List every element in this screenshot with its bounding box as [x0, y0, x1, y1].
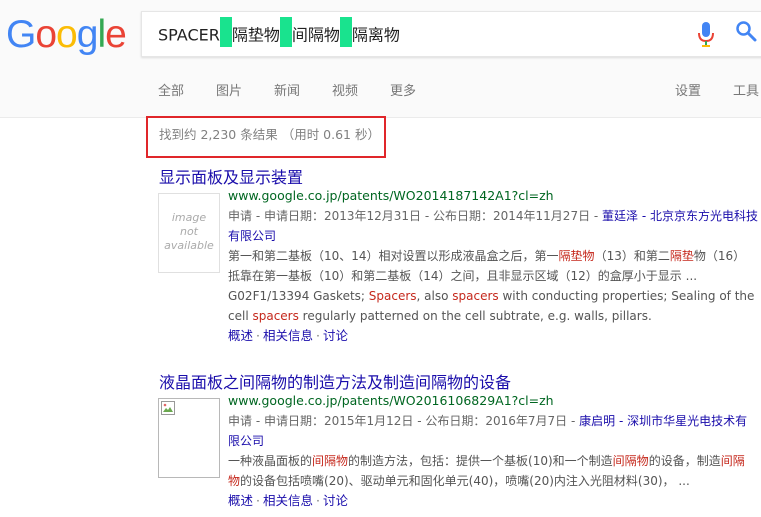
- tab-all[interactable]: 全部: [158, 83, 184, 101]
- tab-videos[interactable]: 视频: [332, 83, 358, 101]
- result-title-link[interactable]: 显示面板及显示装置: [159, 167, 303, 189]
- query-part: 间隔物: [291, 25, 340, 45]
- link-overview[interactable]: 概述: [228, 493, 253, 508]
- snippet-keyword: Spacers: [368, 289, 417, 303]
- link-overview[interactable]: 概述: [228, 328, 253, 343]
- link-discussion[interactable]: 讨论: [323, 493, 348, 508]
- broken-image-icon: [161, 401, 175, 415]
- search-input[interactable]: SPACER 隔垫物 间隔物 隔离物: [158, 16, 400, 47]
- query-part: 隔垫物: [231, 25, 280, 45]
- tab-settings[interactable]: 设置: [675, 83, 701, 101]
- snippet-text: regularly patterned on the cell subtrate…: [298, 309, 652, 323]
- snippet-text: 的设备包括喷嘴(20)、驱动单元和固化单元(40)，喷嘴(20)内注入光阻材料(…: [240, 474, 690, 488]
- snippet-text: , also: [416, 289, 453, 303]
- result-thumbnail[interactable]: image not available: [158, 193, 220, 273]
- logo-letter: e: [105, 13, 127, 56]
- result-meta: 申请 - 申请日期：2013年12月31日 - 公布日期：2014年11月27日…: [228, 209, 759, 243]
- result-url: www.google.co.jp/patents/WO2016106829A1?…: [228, 393, 554, 408]
- tab-images[interactable]: 图片: [216, 83, 242, 101]
- text-highlight: [339, 16, 352, 47]
- query-part: SPACER: [158, 25, 220, 45]
- tab-news[interactable]: 新闻: [274, 83, 300, 101]
- text-highlight: [219, 16, 232, 47]
- microphone-icon[interactable]: [696, 21, 716, 49]
- result-title-link[interactable]: 液晶面板之间隔物的制造方法及制造间隔物的设备: [159, 372, 511, 394]
- tab-bar: 全部 图片 新闻 视频 更多 设置 工具: [0, 78, 761, 106]
- snippet-text: 一种液晶面板的: [228, 454, 313, 468]
- logo-letter: G: [6, 13, 36, 56]
- logo-letter: o: [35, 13, 57, 56]
- result-url: www.google.co.jp/patents/WO2014187142A1?…: [228, 188, 554, 203]
- image-not-available-text: image not available: [164, 211, 214, 252]
- logo-letter: g: [76, 13, 99, 56]
- query-part: 隔离物: [351, 25, 400, 45]
- snippet-text: （13）和第二: [594, 249, 670, 263]
- result-thumbnail[interactable]: [158, 398, 220, 478]
- logo-letter: l: [97, 13, 106, 56]
- snippet-keyword: spacers: [452, 289, 499, 303]
- logo-letter: o: [56, 13, 78, 56]
- result-snippet: 一种液晶面板的间隔物的制造方法，包括：提供一个基板(10)和一个制造间隔物的设备…: [228, 451, 756, 491]
- snippet-keyword: 间隔物: [612, 454, 649, 468]
- result-meta: 申请 - 申请日期：2015年1月12日 - 公布日期：2016年7月7日 - …: [228, 414, 748, 448]
- result-links: 概述 · 相关信息 · 讨论: [228, 493, 349, 508]
- google-logo[interactable]: Google: [6, 13, 127, 57]
- snippet-text: 的设备，制造: [648, 454, 721, 468]
- header: Google SPACER 隔垫物 间隔物 隔离物 全部 图片 新闻 视频 更多 设置…: [0, 0, 761, 118]
- link-discussion[interactable]: 讨论: [323, 328, 348, 343]
- text-highlight: [279, 16, 292, 47]
- result-snippet: 第一和第二基板（10、14）相对设置以形成液晶盒之后，第一隔垫物（13）和第二隔…: [228, 246, 756, 326]
- link-related-info[interactable]: 相关信息: [263, 328, 313, 343]
- result-stats: 找到约 2,230 条结果 （用时 0.61 秒）: [159, 127, 380, 142]
- snippet-keyword: 隔垫: [669, 249, 694, 263]
- link-related-info[interactable]: 相关信息: [263, 493, 313, 508]
- snippet-keyword: spacers: [252, 309, 299, 323]
- snippet-text: 的制造方法，包括：提供一个基板(10)和一个制造: [348, 454, 613, 468]
- snippet-keyword: 隔垫物: [558, 249, 595, 263]
- snippet-keyword: 间隔物: [312, 454, 349, 468]
- tab-tools[interactable]: 工具: [733, 83, 759, 101]
- result-links: 概述 · 相关信息 · 讨论: [228, 328, 349, 343]
- snippet-text: 第一和第二基板（10、14）相对设置以形成液晶盒之后，第一: [228, 249, 559, 263]
- tab-more[interactable]: 更多: [390, 83, 416, 101]
- search-box[interactable]: SPACER 隔垫物 间隔物 隔离物: [141, 11, 761, 57]
- search-icon[interactable]: [735, 20, 757, 42]
